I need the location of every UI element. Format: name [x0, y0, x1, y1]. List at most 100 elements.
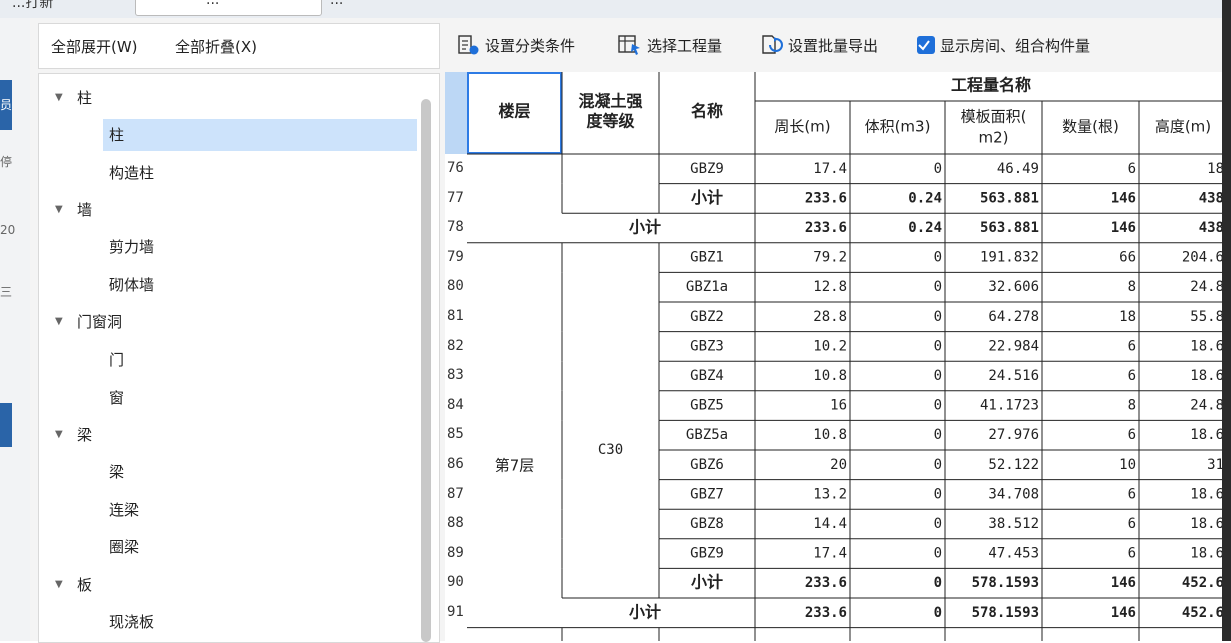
cell-volume[interactable]: 0.24 [908, 220, 942, 236]
cell-count[interactable]: 146 [1111, 220, 1136, 236]
cell-count[interactable]: 6 [1128, 546, 1136, 562]
component-name[interactable]: GBZ9 [690, 546, 724, 562]
tree-group-column[interactable]: ▼ 柱 [55, 82, 355, 114]
cell-volume[interactable]: 0.24 [908, 190, 942, 206]
cell-perimeter[interactable]: 10.8 [813, 427, 847, 443]
component-name[interactable]: GBZ6 [690, 457, 724, 473]
component-name[interactable]: GBZ7 [690, 486, 724, 502]
tree-item-constructional-column[interactable]: 构造柱 [103, 157, 417, 189]
cell-count[interactable]: 146 [1111, 575, 1136, 591]
cell-formwork[interactable]: 563.881 [980, 220, 1039, 236]
cell-volume[interactable]: 0 [934, 516, 942, 532]
cell-volume[interactable]: 0 [934, 338, 942, 354]
cell-height[interactable]: 18 [1207, 161, 1222, 177]
row-number[interactable]: 91 [445, 598, 467, 627]
cell-height[interactable]: 18.6 [1190, 546, 1222, 562]
cell-perimeter[interactable]: 10.8 [813, 368, 847, 384]
cell-height[interactable]: 24.8 [1190, 279, 1222, 295]
row-number[interactable]: 77 [445, 184, 467, 213]
tree-item-coupling-beam[interactable]: 连梁 [103, 494, 417, 526]
cell-formwork[interactable]: 32.606 [988, 279, 1039, 295]
cell-perimeter[interactable]: 12.8 [813, 279, 847, 295]
tree-item-window[interactable]: 窗 [103, 382, 417, 414]
cell-height[interactable]: 31 [1207, 457, 1222, 473]
cell-count[interactable]: 6 [1128, 427, 1136, 443]
cell-count[interactable]: 8 [1128, 279, 1136, 295]
cell-formwork[interactable]: 24.516 [988, 368, 1039, 384]
classify-button[interactable]: 设置分类条件 [457, 33, 575, 57]
expand-all-button[interactable]: 全部展开(W) [51, 36, 138, 57]
grid-corner[interactable] [445, 72, 467, 154]
cell-formwork[interactable]: 191.832 [980, 250, 1039, 266]
row-number[interactable]: 88 [445, 509, 467, 538]
header-perimeter[interactable]: 周长(m) [774, 118, 830, 136]
caret-down-icon[interactable]: ▼ [55, 82, 63, 114]
row-number[interactable]: 89 [445, 539, 467, 568]
cell-volume[interactable]: 0 [934, 457, 942, 473]
row-number[interactable]: 82 [445, 332, 467, 361]
cell-volume[interactable]: 0 [934, 546, 942, 562]
batch-export-button[interactable]: 设置批量导出 [760, 33, 878, 57]
cell-height[interactable]: 55.8 [1190, 309, 1222, 325]
cell-height[interactable]: 452.6 [1182, 575, 1222, 591]
cell-count[interactable]: 6 [1128, 161, 1136, 177]
cell-count[interactable]: 66 [1119, 250, 1136, 266]
tree-scrollbar[interactable] [421, 99, 431, 642]
tree-item-shear-wall[interactable]: 剪力墙 [103, 231, 417, 263]
header-floor[interactable]: 楼层 [498, 102, 530, 121]
header-grade[interactable]: 度等级 [586, 112, 635, 131]
tree-item-door[interactable]: 门 [103, 344, 417, 376]
header-volume[interactable]: 体积(m3) [865, 118, 931, 136]
cell-perimeter[interactable]: 16 [830, 398, 847, 414]
row-number[interactable]: 81 [445, 302, 467, 331]
cell-perimeter[interactable]: 17.4 [813, 546, 847, 562]
cell-formwork[interactable]: 578.1593 [972, 605, 1039, 621]
row-number[interactable]: 83 [445, 361, 467, 390]
caret-down-icon[interactable]: ▼ [55, 306, 63, 338]
row-number[interactable]: 80 [445, 272, 467, 301]
header-formwork[interactable]: m2) [978, 129, 1008, 147]
cell-formwork[interactable]: 47.453 [988, 546, 1039, 562]
cell-volume[interactable]: 0 [934, 398, 942, 414]
row-number[interactable]: 84 [445, 391, 467, 420]
cell-perimeter[interactable]: 10.2 [813, 338, 847, 354]
caret-down-icon[interactable]: ▼ [55, 569, 63, 601]
row-number[interactable]: 87 [445, 480, 467, 509]
header-formwork[interactable]: 模板面积( [961, 108, 1027, 126]
cell-formwork[interactable]: 38.512 [988, 516, 1039, 532]
component-name[interactable]: GBZ2 [690, 309, 724, 325]
cell-height[interactable]: 18.6 [1190, 516, 1222, 532]
cell-perimeter[interactable]: 79.2 [813, 250, 847, 266]
cell-count[interactable]: 18 [1119, 309, 1136, 325]
tree-item-masonry-wall[interactable]: 砌体墙 [103, 269, 417, 301]
cell-formwork[interactable]: 34.708 [988, 486, 1039, 502]
cell-formwork[interactable]: 563.881 [980, 190, 1039, 206]
tree-item-ring-beam[interactable]: 圈梁 [103, 531, 417, 563]
header-height[interactable]: 高度(m) [1155, 118, 1211, 136]
cell-perimeter[interactable]: 14.4 [813, 516, 847, 532]
cell-volume[interactable]: 0 [934, 250, 942, 266]
cell-perimeter[interactable]: 233.6 [805, 190, 847, 206]
cell-perimeter[interactable]: 233.6 [805, 575, 847, 591]
cell-formwork[interactable]: 578.1593 [972, 575, 1039, 591]
cell-volume[interactable]: 0 [934, 161, 942, 177]
header-count[interactable]: 数量(根) [1062, 118, 1119, 136]
cell-count[interactable]: 8 [1128, 398, 1136, 414]
row-number[interactable]: 86 [445, 450, 467, 479]
cell-formwork[interactable]: 46.49 [997, 161, 1039, 177]
cell-count[interactable]: 10 [1119, 457, 1136, 473]
select-quantity-button[interactable]: 选择工程量 [617, 33, 722, 57]
cell-perimeter[interactable]: 20 [830, 457, 847, 473]
cell-volume[interactable]: 0 [934, 368, 942, 384]
cell-volume[interactable]: 0 [934, 575, 942, 591]
cell-count[interactable]: 6 [1128, 338, 1136, 354]
header-grade[interactable]: 混凝土强 [578, 92, 642, 111]
cell-perimeter[interactable]: 28.8 [813, 309, 847, 325]
cell-formwork[interactable]: 64.278 [988, 309, 1039, 325]
cell-formwork[interactable]: 22.984 [988, 338, 1039, 354]
cell-height[interactable]: 452.6 [1182, 605, 1222, 621]
cell-height[interactable]: 18.6 [1190, 368, 1222, 384]
cell-volume[interactable]: 0 [934, 427, 942, 443]
cell-count[interactable]: 146 [1111, 190, 1136, 206]
row-number[interactable]: 90 [445, 568, 467, 597]
